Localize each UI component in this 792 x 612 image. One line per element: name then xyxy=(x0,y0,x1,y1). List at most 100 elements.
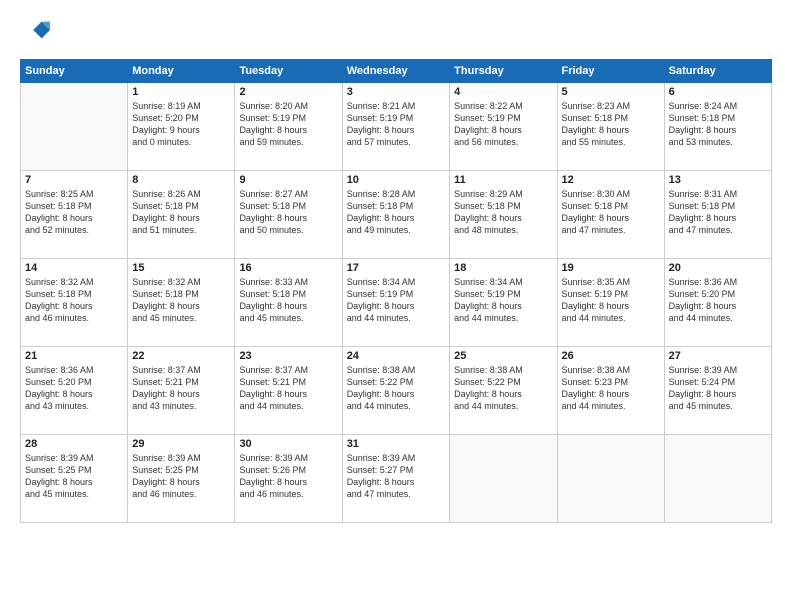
day-number: 22 xyxy=(132,350,230,362)
day-info: Sunrise: 8:36 AM Sunset: 5:20 PM Dayligh… xyxy=(25,364,123,413)
day-number: 18 xyxy=(454,262,552,274)
day-info: Sunrise: 8:34 AM Sunset: 5:19 PM Dayligh… xyxy=(347,276,445,325)
day-number: 24 xyxy=(347,350,445,362)
day-info: Sunrise: 8:28 AM Sunset: 5:18 PM Dayligh… xyxy=(347,188,445,237)
day-cell: 18 Sunrise: 8:34 AM Sunset: 5:19 PM Dayli… xyxy=(450,259,557,347)
day-number: 26 xyxy=(562,350,660,362)
day-number: 23 xyxy=(239,350,337,362)
day-cell: 5 Sunrise: 8:23 AM Sunset: 5:18 PM Daylig… xyxy=(557,83,664,171)
week-row-3: 14 Sunrise: 8:32 AM Sunset: 5:18 PM Dayli… xyxy=(21,259,772,347)
day-cell: 30 Sunrise: 8:39 AM Sunset: 5:26 PM Dayli… xyxy=(235,435,342,523)
week-row-2: 7Sunrise: 8:25 AM Sunset: 5:18 PM Daylig… xyxy=(21,171,772,259)
day-cell: 22 Sunrise: 8:37 AM Sunset: 5:21 PM Dayli… xyxy=(128,347,235,435)
day-cell: 23Sunrise: 8:37 AM Sunset: 5:21 PM Dayli… xyxy=(235,347,342,435)
day-info: Sunrise: 8:39 AM Sunset: 5:25 PM Dayligh… xyxy=(25,452,123,501)
logo xyxy=(20,16,50,49)
day-info: Sunrise: 8:27 AM Sunset: 5:18 PM Dayligh… xyxy=(239,188,337,237)
day-cell: 26 Sunrise: 8:38 AM Sunset: 5:23 PM Dayli… xyxy=(557,347,664,435)
day-number: 21 xyxy=(25,350,123,362)
day-number: 27 xyxy=(669,350,767,362)
week-row-1: 1 Sunrise: 8:19 AM Sunset: 5:20 PM Daylig… xyxy=(21,83,772,171)
column-header-friday: Friday xyxy=(557,60,664,83)
day-cell: 9Sunrise: 8:27 AM Sunset: 5:18 PM Daylig… xyxy=(235,171,342,259)
day-cell: 3 Sunrise: 8:21 AM Sunset: 5:19 PM Daylig… xyxy=(342,83,449,171)
day-number: 5 xyxy=(562,86,660,98)
day-number: 4 xyxy=(454,86,552,98)
day-cell xyxy=(557,435,664,523)
header xyxy=(20,16,772,49)
column-header-wednesday: Wednesday xyxy=(342,60,449,83)
day-number: 29 xyxy=(132,438,230,450)
day-info: Sunrise: 8:39 AM Sunset: 5:25 PM Dayligh… xyxy=(132,452,230,501)
day-info: Sunrise: 8:39 AM Sunset: 5:26 PM Dayligh… xyxy=(239,452,337,501)
day-cell: 27Sunrise: 8:39 AM Sunset: 5:24 PM Dayli… xyxy=(664,347,771,435)
day-info: Sunrise: 8:29 AM Sunset: 5:18 PM Dayligh… xyxy=(454,188,552,237)
day-info: Sunrise: 8:30 AM Sunset: 5:18 PM Dayligh… xyxy=(562,188,660,237)
day-info: Sunrise: 8:32 AM Sunset: 5:18 PM Dayligh… xyxy=(132,276,230,325)
day-number: 13 xyxy=(669,174,767,186)
day-cell xyxy=(450,435,557,523)
day-cell: 14 Sunrise: 8:32 AM Sunset: 5:18 PM Dayli… xyxy=(21,259,128,347)
day-info: Sunrise: 8:26 AM Sunset: 5:18 PM Dayligh… xyxy=(132,188,230,237)
day-info: Sunrise: 8:34 AM Sunset: 5:19 PM Dayligh… xyxy=(454,276,552,325)
day-cell: 28 Sunrise: 8:39 AM Sunset: 5:25 PM Dayli… xyxy=(21,435,128,523)
day-cell: 24Sunrise: 8:38 AM Sunset: 5:22 PM Dayli… xyxy=(342,347,449,435)
day-number: 7 xyxy=(25,174,123,186)
day-cell: 25 Sunrise: 8:38 AM Sunset: 5:22 PM Dayli… xyxy=(450,347,557,435)
day-info: Sunrise: 8:24 AM Sunset: 5:18 PM Dayligh… xyxy=(669,100,767,149)
calendar-table: SundayMondayTuesdayWednesdayThursdayFrid… xyxy=(20,59,772,523)
column-header-saturday: Saturday xyxy=(664,60,771,83)
day-cell: 10 Sunrise: 8:28 AM Sunset: 5:18 PM Dayli… xyxy=(342,171,449,259)
day-number: 8 xyxy=(132,174,230,186)
day-info: Sunrise: 8:21 AM Sunset: 5:19 PM Dayligh… xyxy=(347,100,445,149)
column-header-tuesday: Tuesday xyxy=(235,60,342,83)
day-cell: 11Sunrise: 8:29 AM Sunset: 5:18 PM Dayli… xyxy=(450,171,557,259)
calendar-body: 1 Sunrise: 8:19 AM Sunset: 5:20 PM Daylig… xyxy=(21,83,772,523)
day-info: Sunrise: 8:39 AM Sunset: 5:27 PM Dayligh… xyxy=(347,452,445,501)
day-info: Sunrise: 8:31 AM Sunset: 5:18 PM Dayligh… xyxy=(669,188,767,237)
day-info: Sunrise: 8:20 AM Sunset: 5:19 PM Dayligh… xyxy=(239,100,337,149)
day-cell: 13 Sunrise: 8:31 AM Sunset: 5:18 PM Dayli… xyxy=(664,171,771,259)
day-number: 3 xyxy=(347,86,445,98)
logo-icon xyxy=(22,16,50,44)
day-cell: 7Sunrise: 8:25 AM Sunset: 5:18 PM Daylig… xyxy=(21,171,128,259)
day-cell: 1 Sunrise: 8:19 AM Sunset: 5:20 PM Daylig… xyxy=(128,83,235,171)
day-info: Sunrise: 8:38 AM Sunset: 5:23 PM Dayligh… xyxy=(562,364,660,413)
day-cell: 12 Sunrise: 8:30 AM Sunset: 5:18 PM Dayli… xyxy=(557,171,664,259)
day-number: 2 xyxy=(239,86,337,98)
day-number: 25 xyxy=(454,350,552,362)
week-row-4: 21 Sunrise: 8:36 AM Sunset: 5:20 PM Dayli… xyxy=(21,347,772,435)
day-cell: 2 Sunrise: 8:20 AM Sunset: 5:19 PM Daylig… xyxy=(235,83,342,171)
day-number: 14 xyxy=(25,262,123,274)
day-cell: 16 Sunrise: 8:33 AM Sunset: 5:18 PM Dayli… xyxy=(235,259,342,347)
day-info: Sunrise: 8:37 AM Sunset: 5:21 PM Dayligh… xyxy=(132,364,230,413)
day-info: Sunrise: 8:23 AM Sunset: 5:18 PM Dayligh… xyxy=(562,100,660,149)
day-number: 12 xyxy=(562,174,660,186)
day-cell: 20Sunrise: 8:36 AM Sunset: 5:20 PM Dayli… xyxy=(664,259,771,347)
column-header-thursday: Thursday xyxy=(450,60,557,83)
day-number: 16 xyxy=(239,262,337,274)
day-number: 6 xyxy=(669,86,767,98)
day-cell: 29 Sunrise: 8:39 AM Sunset: 5:25 PM Dayli… xyxy=(128,435,235,523)
day-cell: 19 Sunrise: 8:35 AM Sunset: 5:19 PM Dayli… xyxy=(557,259,664,347)
day-number: 1 xyxy=(132,86,230,98)
day-info: Sunrise: 8:32 AM Sunset: 5:18 PM Dayligh… xyxy=(25,276,123,325)
day-number: 30 xyxy=(239,438,337,450)
day-info: Sunrise: 8:22 AM Sunset: 5:19 PM Dayligh… xyxy=(454,100,552,149)
day-info: Sunrise: 8:38 AM Sunset: 5:22 PM Dayligh… xyxy=(454,364,552,413)
day-cell: 4 Sunrise: 8:22 AM Sunset: 5:19 PM Daylig… xyxy=(450,83,557,171)
day-number: 10 xyxy=(347,174,445,186)
day-cell: 6 Sunrise: 8:24 AM Sunset: 5:18 PM Daylig… xyxy=(664,83,771,171)
header-row: SundayMondayTuesdayWednesdayThursdayFrid… xyxy=(21,60,772,83)
day-cell xyxy=(21,83,128,171)
day-info: Sunrise: 8:35 AM Sunset: 5:19 PM Dayligh… xyxy=(562,276,660,325)
page: SundayMondayTuesdayWednesdayThursdayFrid… xyxy=(0,0,792,612)
day-cell: 17 Sunrise: 8:34 AM Sunset: 5:19 PM Dayli… xyxy=(342,259,449,347)
day-number: 17 xyxy=(347,262,445,274)
calendar-header: SundayMondayTuesdayWednesdayThursdayFrid… xyxy=(21,60,772,83)
day-info: Sunrise: 8:33 AM Sunset: 5:18 PM Dayligh… xyxy=(239,276,337,325)
day-cell xyxy=(664,435,771,523)
day-number: 19 xyxy=(562,262,660,274)
day-number: 28 xyxy=(25,438,123,450)
day-info: Sunrise: 8:19 AM Sunset: 5:20 PM Dayligh… xyxy=(132,100,230,149)
